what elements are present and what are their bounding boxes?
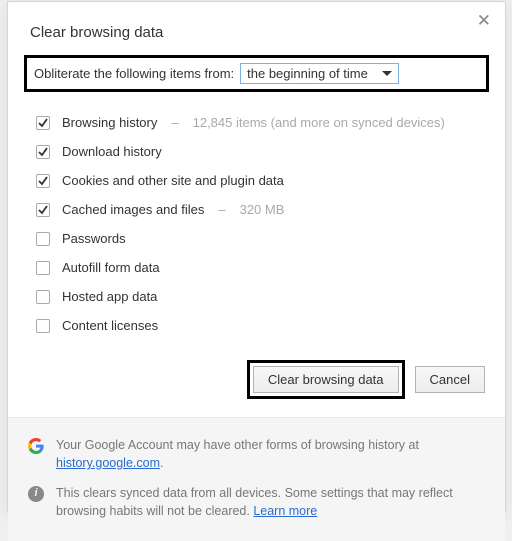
footer-text: Your Google Account may have other forms…	[56, 438, 419, 452]
item-label: Download history	[62, 144, 162, 159]
clear-browsing-data-button[interactable]: Clear browsing data	[253, 366, 399, 393]
checkbox[interactable]	[36, 261, 50, 275]
separator: –	[216, 202, 227, 217]
dialog-title: Clear browsing data	[8, 2, 505, 55]
item-label: Content licenses	[62, 318, 158, 333]
footer-account-note: Your Google Account may have other forms…	[28, 430, 485, 478]
info-icon: i	[28, 486, 44, 502]
item-label: Passwords	[62, 231, 126, 246]
cancel-button[interactable]: Cancel	[415, 366, 485, 393]
checkbox[interactable]	[36, 174, 50, 188]
separator: –	[169, 115, 180, 130]
list-item: Autofill form data	[36, 253, 477, 282]
learn-more-link[interactable]: Learn more	[253, 504, 317, 518]
checkbox[interactable]	[36, 319, 50, 333]
list-item: Passwords	[36, 224, 477, 253]
time-range-value: the beginning of time	[247, 66, 368, 81]
checkbox[interactable]	[36, 290, 50, 304]
checkbox[interactable]	[36, 232, 50, 246]
item-label: Browsing history	[62, 115, 157, 130]
data-types-list: Browsing history–12,845 items (and more …	[8, 108, 505, 340]
item-label: Autofill form data	[62, 260, 160, 275]
list-item: Cached images and files–320 MB	[36, 195, 477, 224]
item-hint: 320 MB	[240, 202, 285, 217]
footer-sync-note: i This clears synced data from all devic…	[28, 478, 485, 526]
footer-text: .	[160, 456, 163, 470]
time-range-select[interactable]: the beginning of time	[240, 63, 399, 84]
item-label: Hosted app data	[62, 289, 157, 304]
list-item: Browsing history–12,845 items (and more …	[36, 108, 477, 137]
item-label: Cached images and files	[62, 202, 204, 217]
history-link[interactable]: history.google.com	[56, 456, 160, 470]
checkbox[interactable]	[36, 203, 50, 217]
list-item: Content licenses	[36, 311, 477, 340]
list-item: Cookies and other site and plugin data	[36, 166, 477, 195]
item-hint: 12,845 items (and more on synced devices…	[193, 115, 445, 130]
primary-button-highlight: Clear browsing data	[247, 360, 405, 399]
close-icon[interactable]: ✕	[473, 10, 495, 31]
checkbox[interactable]	[36, 116, 50, 130]
google-logo-icon	[28, 438, 44, 454]
dialog-buttons: Clear browsing data Cancel	[8, 340, 505, 417]
list-item: Hosted app data	[36, 282, 477, 311]
dialog-footer: Your Google Account may have other forms…	[8, 417, 505, 541]
clear-browsing-data-dialog: ✕ Clear browsing data Obliterate the fol…	[7, 1, 506, 512]
list-item: Download history	[36, 137, 477, 166]
time-range-label: Obliterate the following items from:	[34, 66, 234, 81]
time-range-row: Obliterate the following items from: the…	[24, 55, 489, 92]
checkbox[interactable]	[36, 145, 50, 159]
chevron-down-icon	[382, 71, 392, 76]
item-label: Cookies and other site and plugin data	[62, 173, 284, 188]
